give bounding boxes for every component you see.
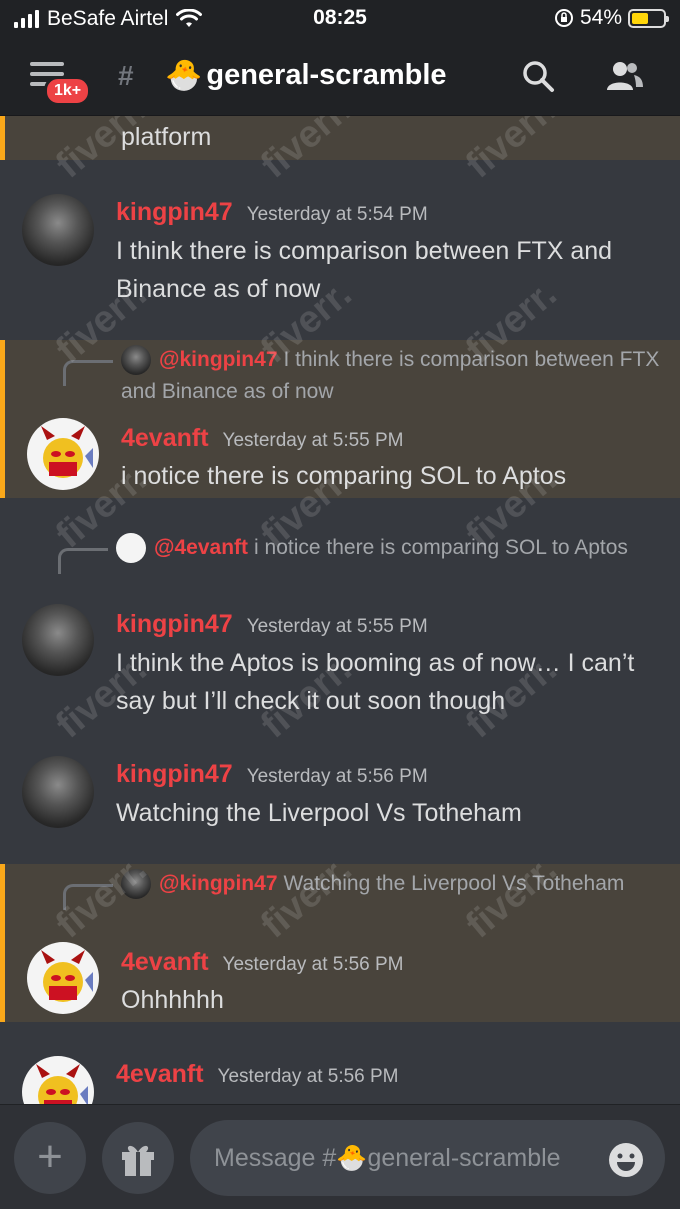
message[interactable]: kingpin47 Yesterday at 5:56 PM Watching t…	[0, 750, 680, 840]
reply-mention: @kingpin47	[159, 872, 278, 895]
message-timestamp: Yesterday at 5:55 PM	[222, 430, 404, 451]
message-list[interactable]: platform kingpin47 Yesterday at 5:54 PM I…	[0, 116, 680, 1104]
reply-text: i notice there is comparing SOL to Aptos	[254, 536, 628, 559]
message-text: i notice there is comparing SOL to Aptos	[121, 462, 567, 490]
message-highlighted[interactable]: platform	[0, 116, 680, 160]
author-name: kingpin47	[116, 610, 233, 638]
message-timestamp: Yesterday at 5:56 PM	[246, 766, 428, 787]
reply-preview[interactable]: @kingpin47 I think there is comparison be…	[121, 344, 661, 408]
author-name: kingpin47	[116, 198, 233, 226]
message-composer: + Message #🐣general-scramble	[0, 1104, 680, 1209]
reply-mention: @4evanft	[154, 536, 249, 559]
reply-connector	[63, 360, 113, 386]
message-text: Watching the Liverpool Vs Totheham	[116, 799, 522, 827]
devil-emoji-avatar-icon	[41, 426, 93, 478]
author-name: 4evanft	[121, 424, 209, 452]
message[interactable]: 4evanft Yesterday at 5:56 PM	[0, 1050, 680, 1104]
reply-avatar	[121, 345, 151, 376]
avatar-4evanft[interactable]	[27, 418, 99, 490]
message-text: I think the Aptos is booming as of now… …	[116, 649, 635, 715]
channel-emoji: 🐣	[165, 59, 203, 92]
reply-preview[interactable]: @4evanft i notice there is comparing SOL …	[116, 532, 656, 564]
status-right: 54%	[554, 6, 669, 30]
message-timestamp: Yesterday at 5:55 PM	[246, 616, 428, 637]
add-attachment-button[interactable]: +	[14, 1122, 86, 1194]
message-author[interactable]: kingpin47 Yesterday at 5:55 PM	[116, 610, 428, 639]
battery-percent: 54%	[579, 6, 622, 29]
gift-icon	[122, 1145, 154, 1176]
gift-button[interactable]	[102, 1122, 174, 1194]
orientation-lock-icon	[554, 9, 573, 27]
devil-emoji-avatar-icon	[36, 1064, 88, 1104]
reply-mention: @kingpin47	[159, 348, 278, 371]
message-text: Ohhhhhh	[121, 986, 224, 1014]
avatar-4evanft[interactable]	[27, 942, 99, 1014]
message-author[interactable]: kingpin47 Yesterday at 5:56 PM	[116, 760, 428, 789]
channel-name: general-scramble	[206, 59, 447, 91]
message-timestamp: Yesterday at 5:54 PM	[246, 204, 428, 225]
message-author[interactable]: kingpin47 Yesterday at 5:54 PM	[116, 198, 428, 227]
author-name: 4evanft	[121, 948, 209, 976]
message-author[interactable]: 4evanft Yesterday at 5:56 PM	[116, 1060, 399, 1089]
input-placeholder-prefix: Message #	[214, 1144, 337, 1172]
reply-avatar	[116, 533, 146, 564]
reply-connector	[58, 548, 108, 574]
avatar-kingpin47[interactable]	[22, 194, 94, 266]
author-name: kingpin47	[116, 760, 233, 788]
reply-connector	[63, 884, 113, 910]
channel-title[interactable]: 🐣 general-scramble	[165, 58, 447, 93]
input-placeholder-channel: general-scramble	[367, 1144, 561, 1172]
message-author[interactable]: 4evanft Yesterday at 5:56 PM	[121, 948, 404, 977]
message-timestamp: Yesterday at 5:56 PM	[217, 1066, 399, 1087]
notification-badge: 1k+	[44, 76, 92, 106]
channel-header: 1k+ # 🐣 general-scramble	[0, 38, 680, 116]
message-highlighted[interactable]: @kingpin47 Watching the Liverpool Vs Toth…	[0, 864, 680, 1022]
status-bar: BeSafe Airtel 08:25 54%	[0, 0, 680, 38]
search-icon[interactable]	[520, 58, 556, 94]
message-input[interactable]: Message #🐣general-scramble	[190, 1120, 665, 1196]
message-author[interactable]: 4evanft Yesterday at 5:55 PM	[121, 424, 404, 453]
message[interactable]: @4evanft i notice there is comparing SOL …	[0, 526, 680, 726]
emoji-picker-icon[interactable]	[608, 1142, 644, 1178]
members-icon[interactable]	[604, 58, 644, 94]
message-text: I think there is comparison between FTX …	[116, 237, 613, 303]
message-text: platform	[121, 123, 212, 151]
reply-avatar	[121, 869, 151, 900]
message-highlighted[interactable]: @kingpin47 I think there is comparison be…	[0, 340, 680, 498]
battery-icon	[628, 8, 669, 28]
avatar-kingpin47[interactable]	[22, 604, 94, 676]
message-timestamp: Yesterday at 5:56 PM	[222, 954, 404, 975]
channel-hash-icon: #	[118, 60, 134, 91]
avatar-4evanft[interactable]	[22, 1056, 94, 1104]
devil-emoji-avatar-icon	[41, 950, 93, 1002]
reply-preview[interactable]: @kingpin47 Watching the Liverpool Vs Toth…	[121, 868, 661, 900]
reply-text: Watching the Liverpool Vs Totheham	[283, 872, 625, 895]
input-placeholder-emoji: 🐣	[336, 1144, 368, 1172]
message[interactable]: kingpin47 Yesterday at 5:54 PM I think th…	[0, 188, 680, 308]
author-name: 4evanft	[116, 1060, 204, 1088]
avatar-kingpin47[interactable]	[22, 756, 94, 828]
